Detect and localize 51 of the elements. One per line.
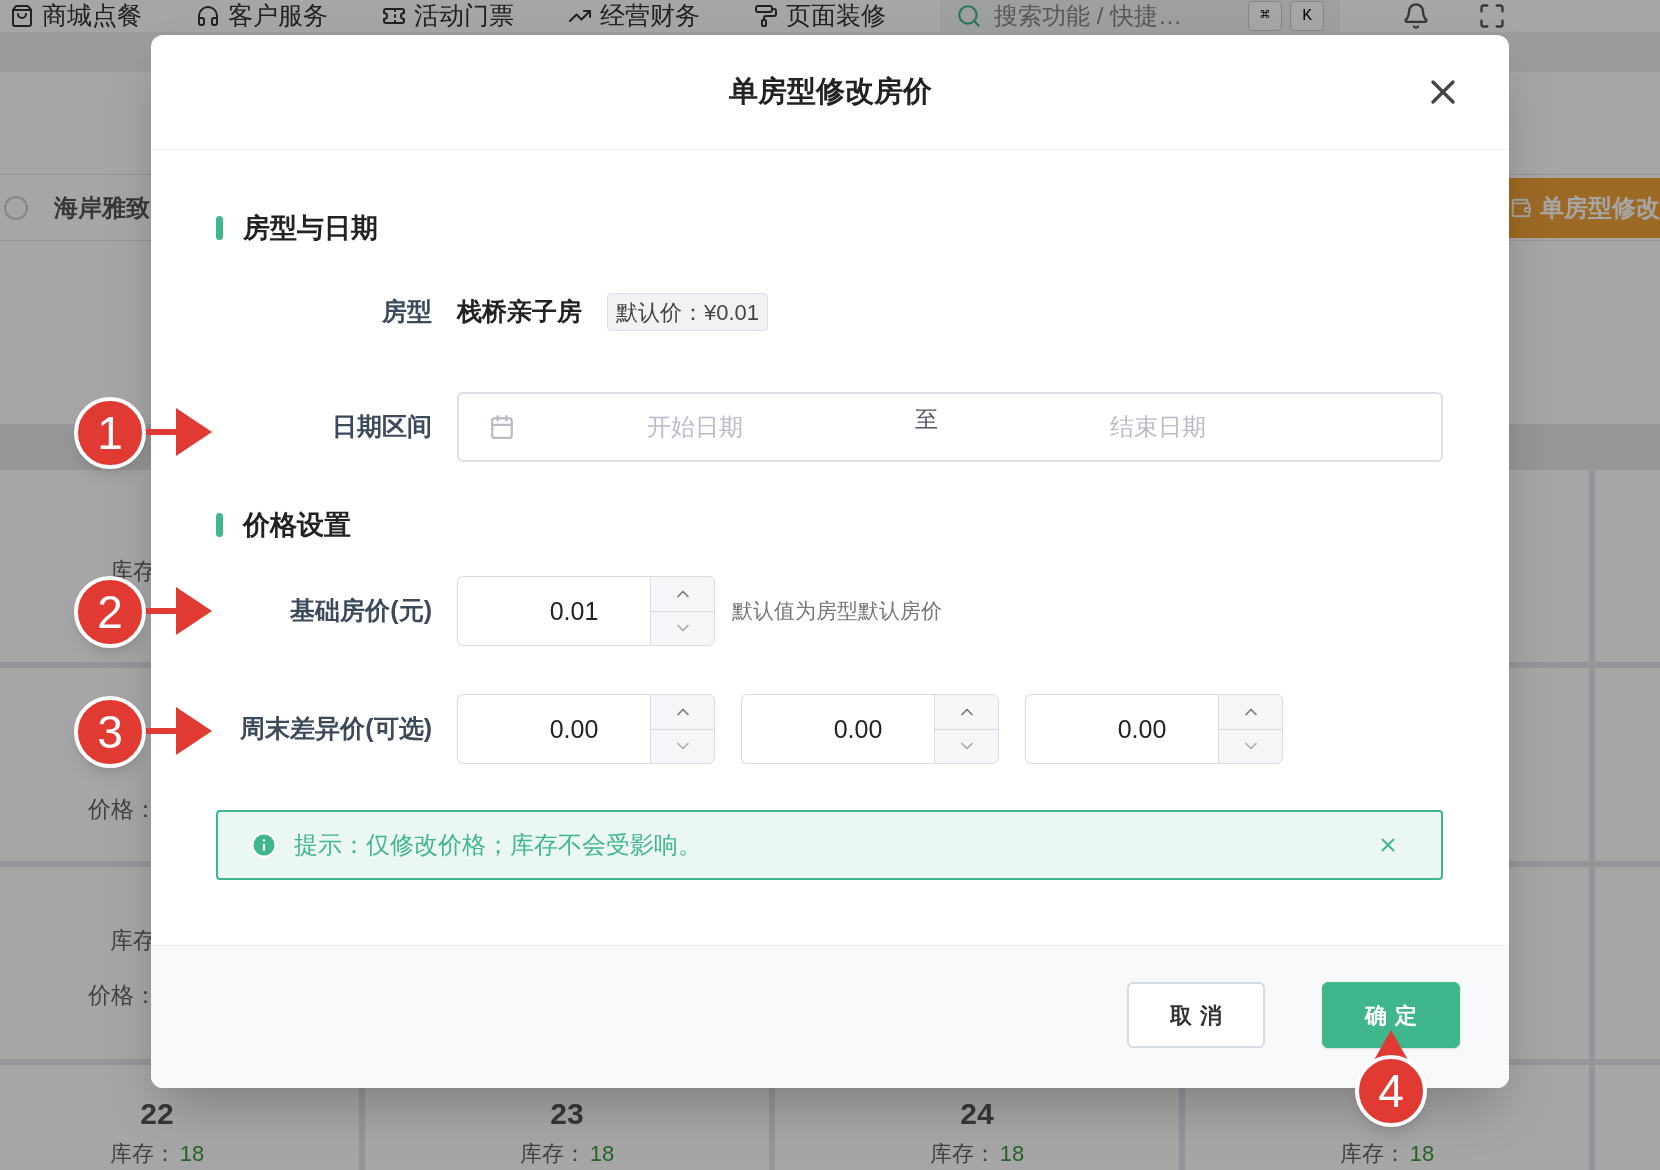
field-label: 日期区间 <box>332 411 432 443</box>
wallet-icon <box>1510 196 1532 219</box>
date-number: 24 <box>960 1096 994 1129</box>
stock-text: 库存： 18 <box>519 1140 615 1168</box>
field-label: 基础房价(元) <box>290 595 432 627</box>
roller-icon <box>754 3 778 28</box>
start-date-input[interactable]: 开始日期 <box>515 409 875 445</box>
default-price-tag: 默认价：¥0.01 <box>607 293 769 331</box>
alert-text: 提示：仅修改价格；库存不会受影响。 <box>294 830 702 860</box>
end-date-input[interactable]: 结束日期 <box>978 409 1338 445</box>
button-label: 单房型修改 <box>1540 192 1660 223</box>
section-title: 价格设置 <box>243 508 351 542</box>
field-label: 周末差异价(可选) <box>240 713 432 745</box>
nav-item[interactable]: 活动门票 <box>414 0 514 32</box>
nav-item[interactable]: 商城点餐 <box>42 0 142 32</box>
section-bar <box>216 216 223 240</box>
shortcut-key: ⌘ <box>1248 0 1282 31</box>
field-label: 房型 <box>382 296 432 328</box>
stock-text: 库存： 18 <box>1339 1140 1435 1168</box>
price-label: 价格： <box>88 980 158 1010</box>
number-input[interactable]: 0.01 <box>457 576 650 646</box>
shortcut-key: K <box>1290 0 1324 31</box>
hotel-name: 海岸雅致 <box>54 192 150 223</box>
search-placeholder: 搜索功能 / 快捷… <box>994 0 1182 31</box>
number-input[interactable]: 0.00 <box>1025 694 1218 764</box>
range-separator: 至 <box>915 404 938 434</box>
section-bar <box>216 513 223 537</box>
dialog-title: 单房型修改房价 <box>728 74 932 110</box>
number-input[interactable]: 0.00 <box>741 694 934 764</box>
bell-icon[interactable] <box>1402 1 1430 30</box>
price-label: 价格： <box>88 795 158 825</box>
bag-icon <box>10 3 34 28</box>
date-number: 23 <box>550 1096 584 1129</box>
number-input[interactable]: 0.00 <box>457 694 650 764</box>
date-range-field[interactable]: 开始日期 至 结束日期 <box>457 392 1443 462</box>
calendar-icon <box>489 414 515 440</box>
stock-text: 库存： 18 <box>109 1140 205 1168</box>
search-field[interactable]: 搜索功能 / 快捷… ⌘ K <box>940 0 1340 32</box>
date-number: 22 <box>140 1096 174 1129</box>
nav-item[interactable]: 页面装修 <box>786 0 886 32</box>
section-title: 房型与日期 <box>243 211 378 245</box>
fullscreen-icon[interactable] <box>1478 1 1506 30</box>
search-icon <box>956 2 982 29</box>
nav-item[interactable]: 经营财务 <box>600 0 700 32</box>
hint-text: 默认值为房型默认房价 <box>732 598 942 625</box>
info-icon <box>250 831 278 859</box>
nav-item[interactable]: 客户服务 <box>228 0 328 32</box>
room-type-value: 栈桥亲子房 <box>457 296 582 328</box>
cancel-button[interactable]: 取消 <box>1127 982 1265 1048</box>
stock-text: 库存： 18 <box>929 1140 1025 1168</box>
headset-icon <box>196 3 220 28</box>
